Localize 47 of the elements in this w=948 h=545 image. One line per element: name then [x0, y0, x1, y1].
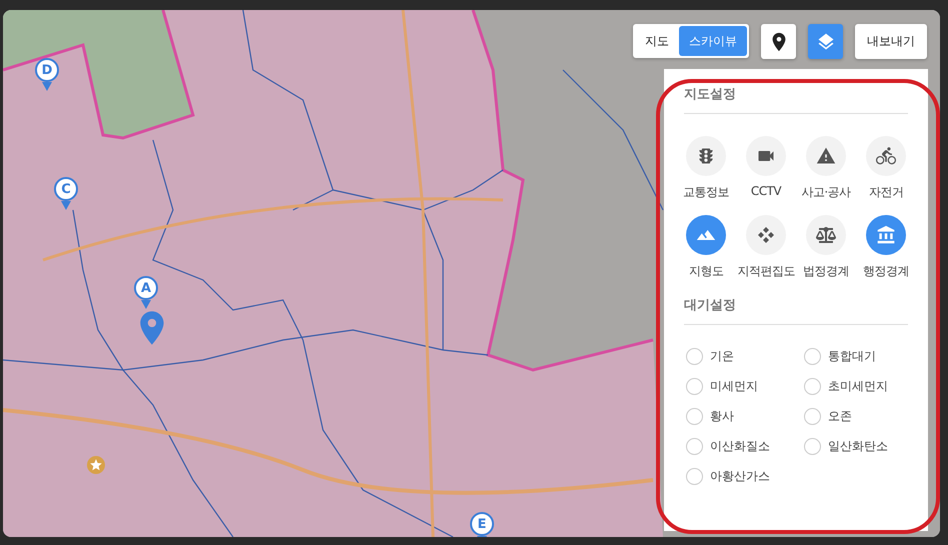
layer-label: 행정경계	[863, 263, 909, 280]
layer-label: 자전거	[868, 184, 904, 201]
mountain-toggle[interactable]	[686, 215, 726, 255]
radio-button[interactable]	[686, 468, 703, 485]
radio-label: 통합대기	[828, 348, 876, 365]
map-type-tab[interactable]: 스카이뷰	[679, 26, 747, 56]
scale-icon	[816, 225, 836, 245]
bank-icon	[876, 225, 896, 245]
radio-button[interactable]	[804, 348, 821, 365]
export-button[interactable]: 내보내기	[855, 24, 927, 59]
layer-label: 지형도	[688, 263, 724, 280]
radio-button[interactable]	[686, 348, 703, 365]
cctv-camera-toggle[interactable]	[746, 136, 786, 176]
traffic-light-toggle[interactable]	[686, 136, 726, 176]
radio-label: 오존	[828, 408, 852, 425]
radio-button[interactable]	[686, 378, 703, 395]
warning-toggle[interactable]	[806, 136, 846, 176]
radio-button[interactable]	[804, 438, 821, 455]
radio-label: 이산화질소	[710, 438, 770, 455]
scale-toggle[interactable]	[806, 215, 846, 255]
radio-label: 일산화탄소	[828, 438, 888, 455]
diamond-grid-icon	[757, 226, 775, 244]
layers-icon	[816, 32, 836, 52]
warning-icon	[816, 146, 836, 166]
radio-button[interactable]	[804, 378, 821, 395]
map-view[interactable]: A C D E 지도 스카이뷰 내보내기 지도설정 교통정보 CCTV 사고·공사 자전거 지형도 지적편집도 법정경계 행정경계 대기설정 기온 통합대기 미세먼지 초미세먼지 황사 오존 이산화질소 일산화탄소 아황산가스	[3, 10, 940, 537]
layer-label: 사고·공사	[801, 184, 851, 201]
layers-button[interactable]	[808, 24, 843, 59]
radio-label: 황사	[710, 408, 734, 425]
bicycle-icon	[876, 146, 896, 166]
radio-label: 미세먼지	[710, 378, 758, 395]
radio-label: 아황산가스	[710, 468, 770, 485]
layer-label: 법정경계	[803, 263, 849, 280]
radio-button[interactable]	[686, 438, 703, 455]
layer-label: 교통정보	[683, 184, 729, 201]
radio-label: 초미세먼지	[828, 378, 888, 395]
diamond-grid-toggle[interactable]	[746, 215, 786, 255]
radio-button[interactable]	[804, 408, 821, 425]
radio-label: 기온	[710, 348, 734, 365]
street-view-button[interactable]	[761, 24, 796, 59]
layer-label: 지적편집도	[737, 263, 795, 280]
bank-toggle[interactable]	[866, 215, 906, 255]
layer-label: CCTV	[750, 184, 782, 198]
section-title: 대기설정	[684, 296, 908, 325]
bicycle-toggle[interactable]	[866, 136, 906, 176]
section-title: 지도설정	[684, 85, 908, 114]
radio-button[interactable]	[686, 408, 703, 425]
